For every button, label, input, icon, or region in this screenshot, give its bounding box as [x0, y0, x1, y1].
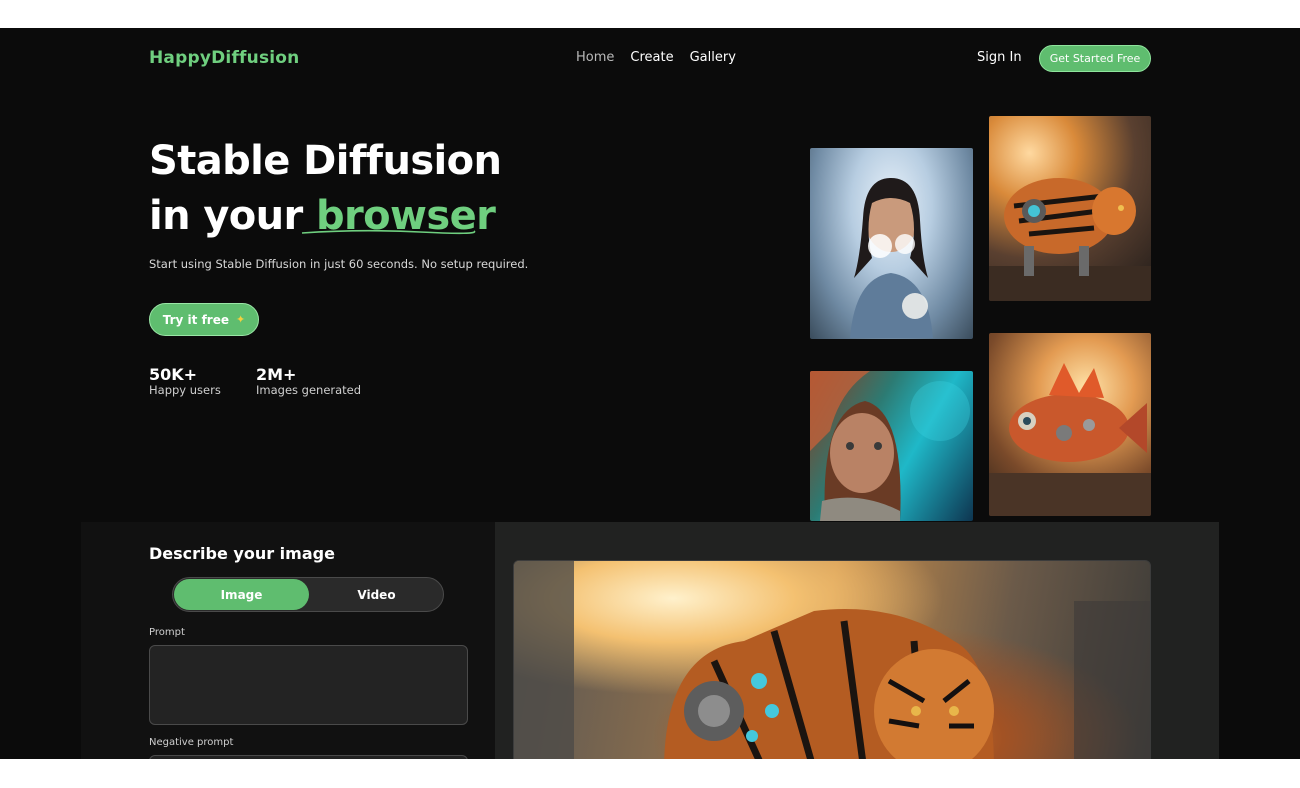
mode-video-tab[interactable]: Video: [309, 579, 444, 610]
sparkle-icon: ✦: [236, 313, 246, 326]
preview-image: [513, 560, 1151, 759]
robot-tiger-image: [989, 116, 1151, 301]
stat-label: Images generated: [256, 383, 362, 397]
stat-value: 50K+: [149, 365, 198, 384]
negative-prompt-label: Negative prompt: [149, 737, 234, 748]
landing-page: HappyDiffusion Home Create Gallery Sign …: [0, 28, 1300, 759]
prompt-input[interactable]: [149, 645, 468, 725]
mode-toggle: Image Video: [172, 577, 444, 612]
try-it-free-label: Try it free: [162, 312, 229, 327]
sign-in-link[interactable]: Sign In: [977, 50, 1022, 65]
prompt-label: Prompt: [149, 627, 185, 638]
logo[interactable]: HappyDiffusion: [149, 48, 299, 68]
hero-subtitle: Start using Stable Diffusion in just 60 …: [149, 257, 529, 271]
nav-link-home[interactable]: Home: [576, 50, 614, 65]
stat-label: Happy users: [149, 383, 221, 397]
robot-fish-image: [989, 333, 1151, 516]
hero-title-line1: Stable Diffusion: [149, 138, 502, 184]
stat-users: 50K+ Happy users: [149, 366, 221, 397]
fantasy-portrait-image: [810, 371, 973, 521]
main-nav: Home Create Gallery: [576, 50, 736, 65]
generator-title: Describe your image: [149, 544, 335, 563]
mode-image-tab[interactable]: Image: [174, 579, 309, 610]
nav-link-gallery[interactable]: Gallery: [690, 50, 736, 65]
hero-title-line2-prefix: in your: [149, 193, 316, 239]
get-started-button[interactable]: Get Started Free: [1039, 45, 1151, 72]
negative-prompt-input[interactable]: [149, 755, 468, 759]
nav-link-create[interactable]: Create: [630, 50, 673, 65]
woman-flowers-image: [810, 148, 973, 339]
stat-images: 2M+ Images generated: [256, 366, 361, 397]
try-it-free-button[interactable]: Try it free ✦: [149, 303, 259, 336]
stat-value: 2M+: [256, 365, 297, 384]
accent-underline: [301, 229, 476, 235]
